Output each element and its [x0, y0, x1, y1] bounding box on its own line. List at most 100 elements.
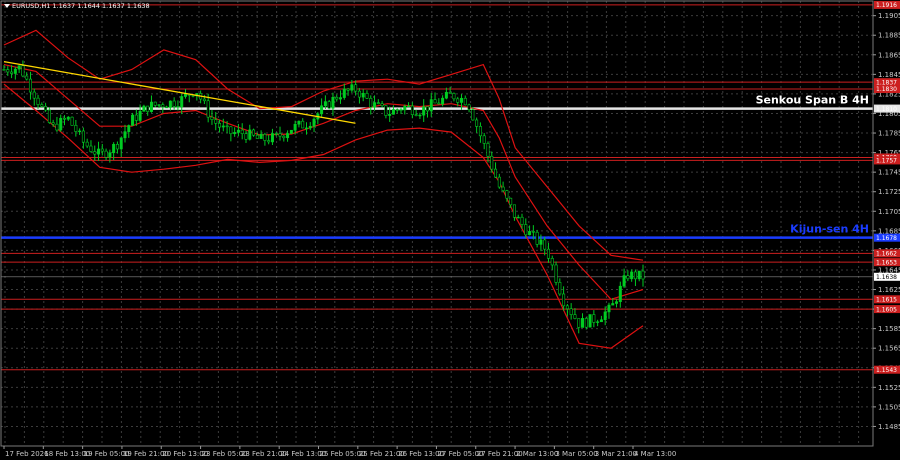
x-tick-label: 4 Mar 13:00: [634, 450, 676, 458]
candle-body: [615, 301, 619, 304]
candle-body: [577, 318, 581, 328]
y-tick-label: 1.1905: [878, 12, 900, 20]
candle-body: [255, 134, 259, 139]
y-tick-label: 1.1725: [878, 188, 900, 196]
candle-body: [626, 275, 630, 280]
y-tick-label: 1.1865: [878, 51, 900, 59]
candle-body: [531, 231, 535, 233]
candle-body: [335, 96, 339, 100]
y-tick-label: 1.1785: [878, 130, 900, 138]
candle-body: [422, 106, 426, 116]
y-tick-label: 1.1705: [878, 208, 900, 216]
candle-body: [142, 105, 146, 112]
candle-body: [214, 119, 218, 124]
candle-body: [373, 102, 377, 108]
x-tick-label: 3 Mar 05:00: [555, 450, 597, 458]
candle-body: [539, 239, 543, 245]
candle-body: [448, 92, 452, 94]
candle-body: [501, 186, 505, 191]
candle-body: [55, 123, 59, 131]
candle-body: [418, 114, 422, 117]
candle-body: [44, 106, 48, 111]
level-name: Senkou Span B 4H: [756, 94, 869, 107]
candle-body: [97, 148, 101, 155]
candle-body: [407, 105, 411, 108]
y-tick-label: 1.1845: [878, 71, 900, 79]
candle-body: [327, 101, 331, 109]
candle-body: [376, 102, 380, 104]
candle-body: [429, 99, 433, 112]
candle-body: [361, 92, 365, 98]
level-price-label: 1.1830: [876, 86, 897, 93]
candle-body: [490, 155, 494, 170]
candle-body: [622, 275, 626, 287]
level-name: Kijun-sen 4H: [790, 223, 869, 236]
candle-body: [354, 84, 358, 92]
candle-body: [233, 132, 237, 135]
candle-body: [339, 97, 343, 100]
candle-body: [460, 97, 464, 103]
candle-body: [505, 190, 509, 199]
candle-body: [456, 98, 460, 103]
candle-body: [40, 104, 44, 107]
candle-body: [369, 98, 373, 108]
level-price-label: 1.1810: [876, 106, 897, 113]
candle-body: [104, 150, 108, 158]
y-tick-label: 1.1745: [878, 169, 900, 177]
candle-body: [236, 129, 240, 133]
candle-body: [482, 135, 486, 144]
level-price-label: 1.1678: [876, 235, 897, 242]
level-price-label: 1.1543: [876, 367, 897, 374]
candle-body: [463, 97, 467, 106]
candle-body: [180, 96, 184, 108]
y-tick-label: 1.1525: [878, 384, 900, 392]
candle-body: [301, 120, 305, 129]
candle-body: [244, 133, 248, 140]
symbol-info: EURUSD,H1 1.1637 1.1644 1.1637 1.1638: [12, 2, 150, 10]
candle-body: [134, 114, 138, 121]
candle-body: [433, 99, 437, 104]
candle-body: [558, 282, 562, 295]
candle-body: [562, 293, 566, 307]
candle-body: [62, 117, 66, 120]
candle-body: [172, 100, 176, 107]
candle-body: [573, 314, 577, 319]
candle-body: [131, 114, 135, 126]
candle-body: [320, 105, 324, 115]
candle-body: [410, 105, 414, 115]
candle-body: [267, 140, 271, 143]
candle-body: [51, 122, 55, 125]
candle-body: [66, 116, 70, 120]
chart-background: [0, 0, 900, 460]
candle-body: [70, 116, 74, 126]
candle-body: [10, 71, 14, 74]
candle-body: [25, 75, 29, 80]
candle-body: [399, 109, 403, 111]
candle-body: [28, 78, 32, 93]
candle-body: [225, 125, 229, 128]
current-price-label: 1.1638: [876, 274, 897, 281]
candle-body: [509, 197, 513, 206]
candle-body: [229, 126, 233, 135]
candle-body: [17, 65, 21, 70]
candle-body: [304, 127, 308, 130]
candle-body: [516, 216, 520, 219]
candle-body: [85, 141, 89, 147]
candle-body: [59, 117, 63, 131]
candle-body: [384, 105, 388, 116]
candle-body: [550, 258, 554, 266]
candle-body: [240, 129, 244, 134]
candle-body: [278, 133, 282, 137]
symbol-header: EURUSD,H1 1.1637 1.1644 1.1637 1.1638: [4, 2, 150, 10]
candle-body: [596, 321, 600, 323]
candle-body: [312, 118, 316, 127]
candle-body: [248, 129, 252, 140]
candle-body: [149, 101, 153, 112]
candle-body: [452, 93, 456, 100]
candle-body: [252, 129, 256, 136]
candle-body: [342, 88, 346, 98]
candle-body: [475, 119, 479, 127]
candle-body: [391, 109, 395, 115]
candle-body: [618, 285, 622, 302]
y-tick-label: 1.1505: [878, 403, 900, 411]
